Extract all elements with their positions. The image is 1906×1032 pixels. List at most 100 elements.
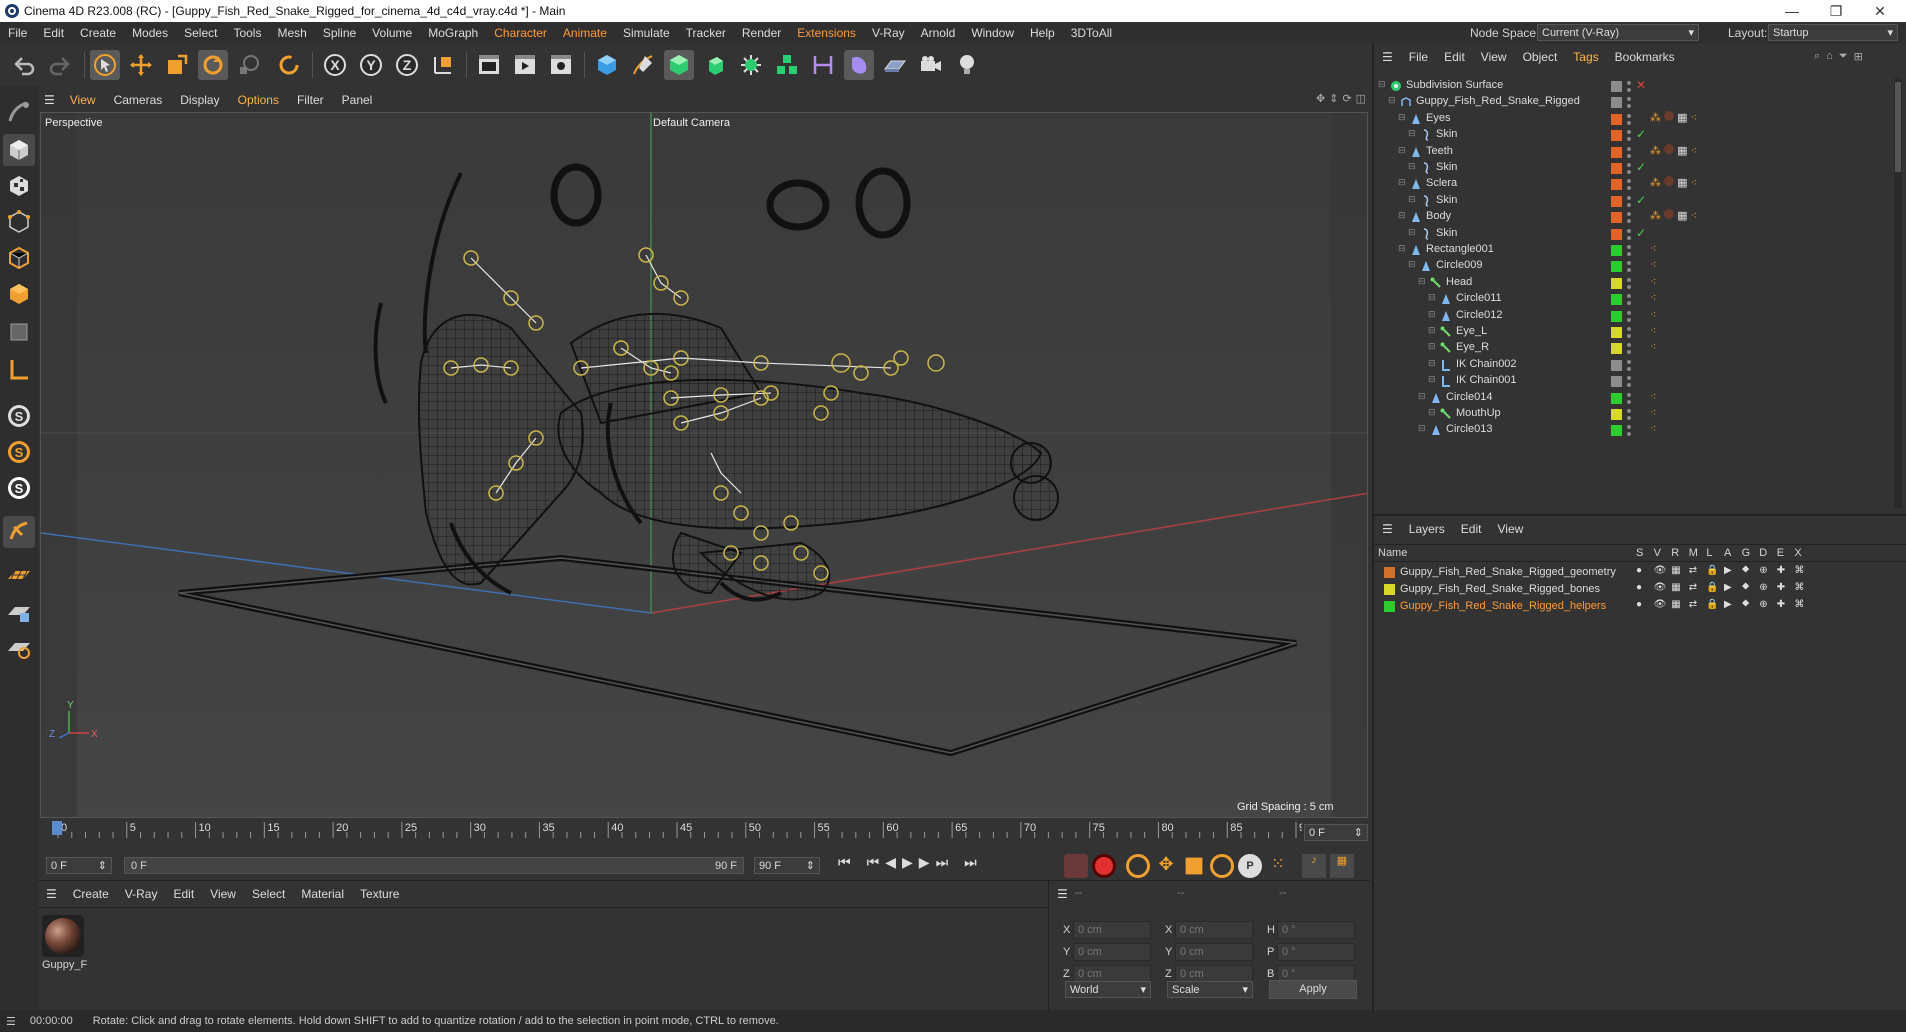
menu-item-tools[interactable]: Tools (225, 26, 269, 40)
visibility-dots-icon[interactable] (1626, 95, 1632, 109)
material-name[interactable]: Guppy_F (42, 959, 87, 971)
visibility-dots-icon[interactable] (1626, 341, 1632, 355)
move-tool-button[interactable] (126, 50, 156, 80)
rotation-key-icon[interactable] (1210, 854, 1234, 878)
hamburger-menu-icon[interactable]: ☰ (1049, 887, 1076, 901)
visibility-dots-icon[interactable] (1626, 391, 1632, 405)
expand-toggle-icon[interactable]: ⊟ (1428, 309, 1436, 320)
expand-toggle-icon[interactable]: ⊟ (1418, 391, 1426, 402)
expand-toggle-icon[interactable]: ⊟ (1398, 210, 1406, 221)
tag-icon[interactable]: ⁖ (1650, 406, 1656, 419)
layermenu-item-edit[interactable]: Edit (1453, 522, 1490, 536)
layer-color-swatch[interactable] (1611, 294, 1622, 306)
axis-mode-button[interactable] (3, 354, 35, 386)
layer-color-swatch[interactable] (1611, 146, 1622, 158)
extrude-button[interactable] (700, 50, 730, 80)
menu-item-arnold[interactable]: Arnold (913, 26, 964, 40)
tag-icon[interactable]: ⁖ (1650, 422, 1656, 435)
expand-toggle-icon[interactable]: ⊟ (1398, 243, 1406, 254)
visibility-dots-icon[interactable] (1626, 292, 1632, 306)
expand-toggle-icon[interactable]: ⊟ (1428, 341, 1436, 352)
visibility-dots-icon[interactable] (1626, 128, 1632, 142)
playhead[interactable] (52, 821, 62, 835)
expand-toggle-icon[interactable]: ⊟ (1408, 161, 1416, 172)
visibility-dots-icon[interactable] (1626, 161, 1632, 175)
visibility-dots-icon[interactable] (1626, 309, 1632, 323)
expand-toggle-icon[interactable]: ⊟ (1408, 227, 1416, 238)
layer-flag-toggle-icon[interactable]: ▶ (1724, 565, 1732, 576)
layer-color-swatch[interactable] (1611, 343, 1622, 355)
minimize-icon[interactable]: — (1770, 0, 1814, 22)
node-space-select[interactable]: Current (V-Ray) ▾ (1537, 24, 1699, 41)
visibility-dots-icon[interactable] (1626, 145, 1632, 159)
vpmenu-item-filter[interactable]: Filter (288, 93, 333, 107)
visibility-dots-icon[interactable] (1626, 194, 1632, 208)
visibility-dots-icon[interactable] (1626, 112, 1632, 126)
coord-pos-field[interactable]: 0 cm (1073, 921, 1151, 939)
apply-button[interactable]: Apply (1269, 980, 1357, 999)
layer-flag-header[interactable]: E (1777, 547, 1784, 559)
layer-color-swatch[interactable] (1384, 584, 1395, 595)
layer-flag-header[interactable]: M (1689, 547, 1698, 559)
camera-button[interactable] (916, 50, 946, 80)
status-menu-icon[interactable]: ☰ (6, 1015, 16, 1028)
layer-flag-header[interactable]: S (1636, 547, 1643, 559)
coord-space-select[interactable]: World ▾ (1065, 981, 1151, 998)
coord-rot-field[interactable]: 0 ° (1277, 921, 1355, 939)
light-button[interactable] (952, 50, 982, 80)
position-key-icon[interactable]: ✥ (1154, 854, 1178, 878)
layer-color-swatch[interactable] (1611, 392, 1622, 404)
record-active-button[interactable] (1064, 854, 1088, 878)
visibility-dots-icon[interactable] (1626, 325, 1632, 339)
undo-button[interactable] (10, 50, 40, 80)
objmenu-item-tags[interactable]: Tags (1565, 50, 1606, 64)
expand-toggle-icon[interactable]: ⊟ (1408, 128, 1416, 139)
make-editable-button[interactable] (3, 96, 35, 128)
3d-viewport[interactable]: Y X Z Perspective Default Camera Grid Sp… (40, 112, 1368, 818)
coord-size-field[interactable]: 0 cm (1175, 943, 1253, 961)
layer-flag-toggle-icon[interactable]: ⇄ (1689, 582, 1697, 593)
new-window-icon[interactable]: ⊞ (1854, 50, 1863, 63)
layer-flag-header[interactable]: R (1671, 547, 1679, 559)
close-icon[interactable]: ✕ (1858, 0, 1902, 22)
parameter-key-icon[interactable]: P (1238, 854, 1262, 878)
snap-button[interactable]: S (3, 400, 35, 432)
menu-item-animate[interactable]: Animate (555, 26, 615, 40)
menu-item-edit[interactable]: Edit (35, 26, 72, 40)
timeline-ticks[interactable]: 051015202530354045505560657075808590 (52, 818, 1302, 852)
layer-flag-toggle-icon[interactable]: ● (1636, 599, 1642, 610)
move-camera-icon[interactable]: ⇕ (1329, 92, 1338, 105)
hamburger-menu-icon[interactable]: ☰ (38, 93, 61, 107)
layer-flag-toggle-icon[interactable]: 👁 (1654, 565, 1667, 576)
visibility-dots-icon[interactable] (1626, 177, 1632, 191)
enabled-check-icon[interactable]: ✓ (1636, 226, 1646, 240)
layer-color-swatch[interactable] (1611, 245, 1622, 256)
maximize-view-icon[interactable]: ◫ (1356, 92, 1366, 105)
layer-flag-toggle-icon[interactable]: 🔒 (1706, 565, 1718, 576)
render-picture-viewer-button[interactable] (510, 50, 540, 80)
toggle-rotation-button[interactable] (274, 50, 304, 80)
keyframe-selection-icon[interactable] (1126, 854, 1150, 878)
layer-color-swatch[interactable] (1611, 327, 1622, 338)
objmenu-item-file[interactable]: File (1401, 50, 1436, 64)
menu-item-help[interactable]: Help (1022, 26, 1063, 40)
layer-flag-toggle-icon[interactable]: ● (1636, 565, 1642, 576)
objmenu-item-edit[interactable]: Edit (1436, 50, 1473, 64)
vpmenu-item-cameras[interactable]: Cameras (105, 93, 172, 107)
material-tags-icon[interactable]: ⁂ ▦ ⁖ (1650, 143, 1697, 157)
expand-toggle-icon[interactable]: ⊟ (1428, 292, 1436, 303)
layer-flag-toggle-icon[interactable]: ▶ (1724, 599, 1732, 610)
tag-icon[interactable]: ⁖ (1650, 291, 1656, 304)
layer-row[interactable]: Guppy_Fish_Red_Snake_Rigged_helpers ● 👁 ▦ ⇄ 🔒… (1384, 598, 1894, 615)
coord-rot-field[interactable]: 0 ° (1277, 943, 1355, 961)
hamburger-menu-icon[interactable]: ☰ (1374, 522, 1401, 536)
restore-icon[interactable]: ❐ (1814, 0, 1858, 22)
layer-flag-header[interactable]: G (1742, 547, 1751, 559)
polygons-mode-button[interactable] (3, 278, 35, 310)
go-to-end-icon[interactable]: ⏭ (964, 854, 977, 871)
layer-flag-toggle-icon[interactable]: ▦ (1671, 582, 1680, 593)
hamburger-menu-icon[interactable]: ☰ (38, 887, 65, 901)
coord-mode-select[interactable]: Scale ▾ (1167, 981, 1253, 998)
layer-flag-toggle-icon[interactable]: ▶ (1724, 582, 1732, 593)
vpmenu-item-panel[interactable]: Panel (333, 93, 382, 107)
